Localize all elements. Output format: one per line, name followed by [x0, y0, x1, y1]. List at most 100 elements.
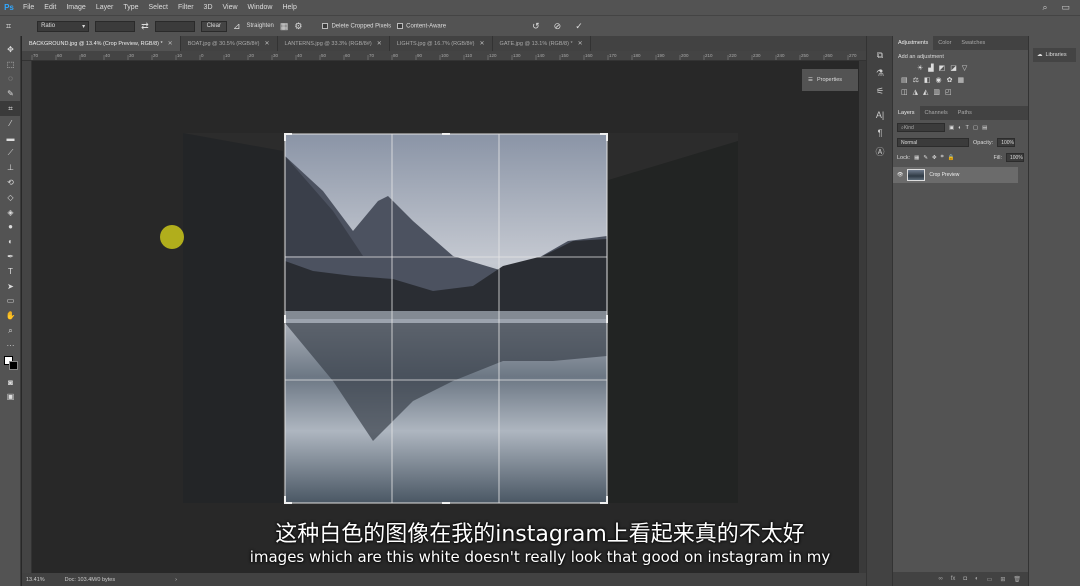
blur-tool-icon[interactable]: ● [0, 220, 21, 235]
properties-panel-button[interactable]: ☰ Properties [802, 69, 858, 91]
height-input[interactable] [154, 20, 195, 32]
tab-lights[interactable]: LIGHTS.jpg @ 16.7% (RGB/8#) ✕ [389, 36, 493, 51]
curves-icon[interactable]: ◩ [939, 64, 946, 72]
menu-image[interactable]: Image [61, 0, 90, 15]
crop-tool-icon[interactable]: ⌗ [6, 21, 11, 32]
link-icon[interactable]: ∞ [938, 576, 942, 582]
pixel-filter-icon[interactable]: ▣ [949, 125, 954, 131]
color-balance-icon[interactable]: ⚖ [913, 76, 919, 84]
visibility-eye-icon[interactable]: 👁 [897, 172, 903, 178]
close-icon[interactable]: ✕ [480, 40, 485, 47]
clear-button[interactable]: Clear [200, 20, 227, 32]
adjustment-layer-icon[interactable]: ◐ [975, 576, 979, 582]
history-brush-icon[interactable]: ⟲ [0, 175, 21, 190]
tab-boat[interactable]: BOAT.jpg @ 30.5% (RGB/8#) ✕ [180, 36, 278, 51]
brush-tool-icon[interactable]: ⟋ [0, 146, 21, 161]
menu-view[interactable]: View [218, 0, 243, 15]
cancel-icon[interactable]: ⊘ [554, 21, 562, 32]
gear-icon[interactable]: ⚙ [294, 21, 302, 32]
vertical-scrollbar[interactable] [859, 61, 866, 573]
history-icon[interactable]: ⧉ [867, 46, 893, 64]
menu-edit[interactable]: Edit [39, 0, 61, 15]
lock-paint-icon[interactable]: ✎ [923, 155, 928, 161]
quick-select-tool-icon[interactable]: ✎ [0, 86, 21, 101]
crop-tool-icon[interactable]: ⌗ [0, 101, 21, 116]
move-tool-icon[interactable]: ✥ [0, 42, 21, 57]
tab-background[interactable]: BACKGROUND.jpg @ 13.4% (Crop Preview, RG… [22, 36, 181, 51]
libraries-button[interactable]: ☁ Libraries [1033, 48, 1076, 62]
grid-overlay-icon[interactable]: ▦ [280, 21, 289, 32]
color-lookup-icon[interactable]: ▦ [958, 76, 965, 84]
rectangle-tool-icon[interactable]: ▭ [0, 294, 21, 309]
kind-filter-select[interactable]: ⌕ Kind [897, 123, 945, 132]
lock-artboard-icon[interactable]: ⌗ [941, 154, 944, 161]
lasso-tool-icon[interactable]: ◌ [0, 72, 21, 87]
tab-channels[interactable]: Channels [920, 106, 953, 120]
opacity-input[interactable]: 100% [997, 138, 1016, 147]
glyphs-icon[interactable]: Ⓐ [867, 142, 893, 160]
blend-mode-select[interactable]: Normal [897, 138, 969, 147]
close-icon[interactable]: ✕ [168, 40, 173, 47]
tab-color[interactable]: Color [933, 36, 956, 50]
trash-icon[interactable]: 🗑 [1013, 576, 1021, 583]
document-canvas[interactable] [33, 61, 859, 573]
folder-icon[interactable]: ▭ [987, 576, 993, 583]
photo-filter-icon[interactable]: ◉ [936, 76, 942, 84]
layer-row[interactable]: 👁 Crop Preview [893, 167, 1018, 183]
exposure-icon[interactable]: ◪ [950, 64, 957, 72]
hand-tool-icon[interactable]: ✋ [0, 308, 21, 323]
chevron-right-icon[interactable]: › [175, 577, 177, 583]
vertical-ruler[interactable] [22, 61, 32, 573]
channel-mixer-icon[interactable]: ✿ [947, 76, 953, 84]
type-filter-icon[interactable]: T [966, 125, 969, 131]
menu-type[interactable]: Type [118, 0, 143, 15]
workspace-icon[interactable]: ▭ [1061, 2, 1070, 13]
search-icon[interactable]: ⌕ [1042, 2, 1047, 13]
width-input[interactable] [95, 20, 136, 32]
marquee-tool-icon[interactable]: ⬚ [0, 57, 21, 72]
new-layer-icon[interactable]: ⊞ [1000, 576, 1005, 583]
invert-icon[interactable]: ◫ [901, 88, 908, 96]
tab-paths[interactable]: Paths [953, 106, 977, 120]
zoom-tool-icon[interactable]: ⌕ [0, 323, 21, 338]
sliders-icon[interactable]: ⚟ [867, 82, 893, 100]
tab-lanterns[interactable]: LANTERNS.jpg @ 33.3% (RGB/8#) ✕ [277, 36, 390, 51]
character-icon[interactable]: A| [867, 106, 893, 124]
eyedropper-tool-icon[interactable]: ⁄ [0, 116, 21, 131]
healing-brush-icon[interactable]: ▬ [0, 131, 21, 146]
clone-stamp-icon[interactable]: ⊥ [0, 160, 21, 175]
screen-mode-icon[interactable]: ▣ [0, 390, 21, 405]
zoom-level[interactable]: 13.41% [26, 577, 45, 583]
close-icon[interactable]: ✕ [377, 40, 382, 47]
menu-window[interactable]: Window [243, 0, 278, 15]
menu-3d[interactable]: 3D [199, 0, 218, 15]
tab-gate[interactable]: GATE.jpg @ 13.1% (RGB/8) * ✕ [492, 36, 591, 51]
color-swatches[interactable] [0, 353, 21, 375]
type-tool-icon[interactable]: T [0, 264, 21, 279]
fill-input[interactable]: 100% [1006, 153, 1024, 162]
more-tools-icon[interactable]: ··· [0, 338, 21, 353]
ratio-select[interactable]: Ratio ▾ [37, 20, 90, 32]
menu-help[interactable]: Help [277, 0, 301, 15]
pen-tool-icon[interactable]: ✒ [0, 249, 21, 264]
delete-cropped-checkbox[interactable]: Delete Cropped Pixels [322, 22, 391, 29]
menu-file[interactable]: File [18, 0, 39, 15]
brightness-icon[interactable]: ☀ [917, 64, 923, 72]
menu-select[interactable]: Select [144, 0, 173, 15]
lock-pixels-icon[interactable]: ▦ [914, 155, 919, 161]
shape-filter-icon[interactable]: ▢ [973, 125, 978, 131]
paint-bucket-icon[interactable]: ◈ [0, 205, 21, 220]
dodge-tool-icon[interactable]: ◐ [0, 234, 21, 249]
layer-name[interactable]: Crop Preview [929, 172, 959, 178]
undo-icon[interactable]: ↺ [532, 21, 540, 32]
tab-swatches[interactable]: Swatches [956, 36, 990, 50]
actions-icon[interactable]: ⚗ [867, 64, 893, 82]
hue-saturation-icon[interactable]: ▤ [901, 76, 908, 84]
background-color[interactable] [9, 360, 18, 370]
checkmark-icon[interactable]: ✓ [575, 21, 583, 32]
close-icon[interactable]: ✕ [578, 40, 583, 47]
paragraph-icon[interactable]: ¶ [867, 124, 893, 142]
tab-layers[interactable]: Layers [893, 106, 920, 120]
crop-preview-image[interactable] [33, 61, 859, 573]
lock-all-icon[interactable]: 🔒 [948, 155, 955, 161]
